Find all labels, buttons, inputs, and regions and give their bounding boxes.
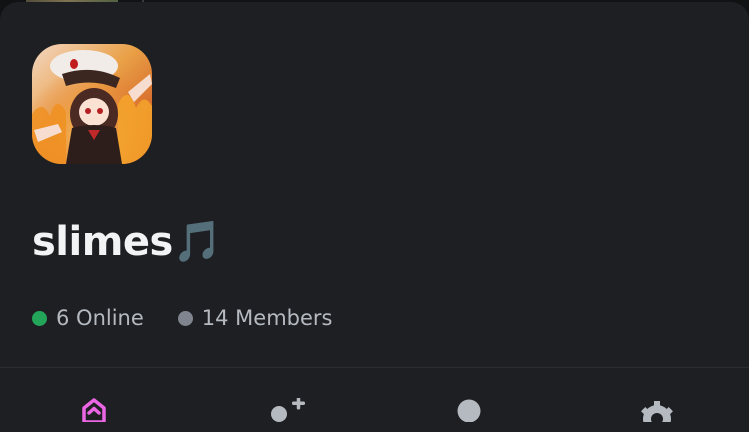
invite-icon[interactable] (268, 398, 308, 422)
server-name: slimes🎵 (32, 219, 223, 265)
member-count-label: 14 Members (201, 306, 333, 330)
server-stats: 6 Online 14 Members (32, 306, 333, 330)
server-icon[interactable] (32, 44, 152, 164)
server-actions-bar (0, 368, 749, 422)
members-status-dot-icon (177, 310, 193, 326)
boost-icon[interactable] (80, 398, 108, 422)
online-status-dot-icon (32, 310, 47, 326)
notifications-icon[interactable] (455, 398, 483, 422)
member-count: 14 Members (177, 306, 333, 330)
online-count-label: 6 Online (56, 306, 144, 330)
settings-icon[interactable] (636, 398, 678, 422)
online-count: 6 Online (32, 306, 144, 330)
anime-avatar-image (32, 44, 152, 164)
server-info-sheet: slimes🎵 6 Online 14 Members (0, 2, 749, 432)
